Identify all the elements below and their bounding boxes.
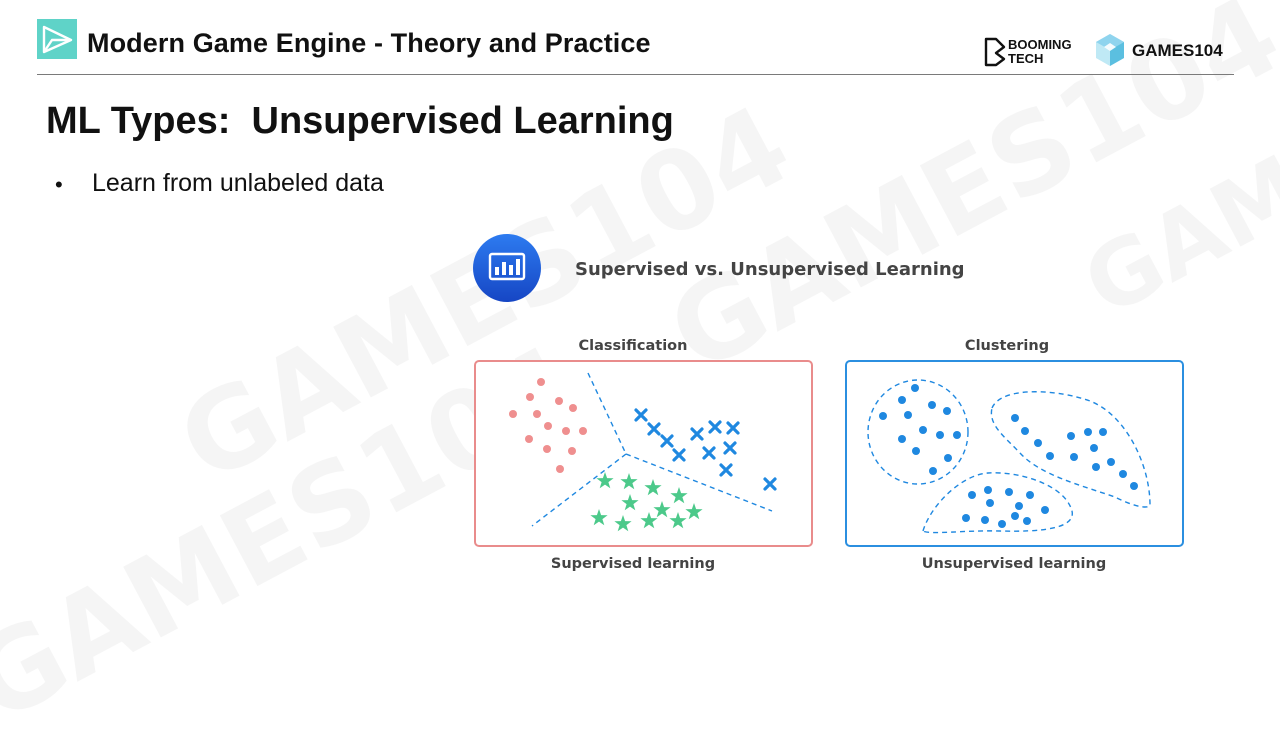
bullet-marker: • — [55, 172, 63, 197]
right-panel-heading: Clustering — [965, 338, 1049, 354]
brand-booming-line2: TECH — [1008, 51, 1043, 66]
slide-heading: ML Types: Unsupervised Learning — [46, 100, 674, 142]
booming-tech-logo: BOOMING TECH — [984, 37, 1072, 67]
left-panel-heading: Classification — [579, 338, 688, 354]
brand-games-text: GAMES104 — [1132, 41, 1223, 60]
left-panel-caption: Supervised learning — [551, 556, 715, 572]
paper-plane-icon — [37, 19, 77, 59]
games104-logo: GAMES104 — [1096, 34, 1223, 66]
header-divider — [37, 74, 1234, 75]
right-panel-caption: Unsupervised learning — [922, 556, 1106, 572]
learning-comparison-figure: Supervised vs. Unsupervised Learning Cla… — [473, 234, 1184, 572]
course-title: Modern Game Engine - Theory and Practice — [87, 28, 651, 58]
brand-booming-line1: BOOMING — [1008, 37, 1072, 52]
figure-title: Supervised vs. Unsupervised Learning — [575, 259, 965, 280]
bar-chart-icon — [473, 234, 541, 302]
bullet-text: Learn from unlabeled data — [92, 169, 384, 197]
